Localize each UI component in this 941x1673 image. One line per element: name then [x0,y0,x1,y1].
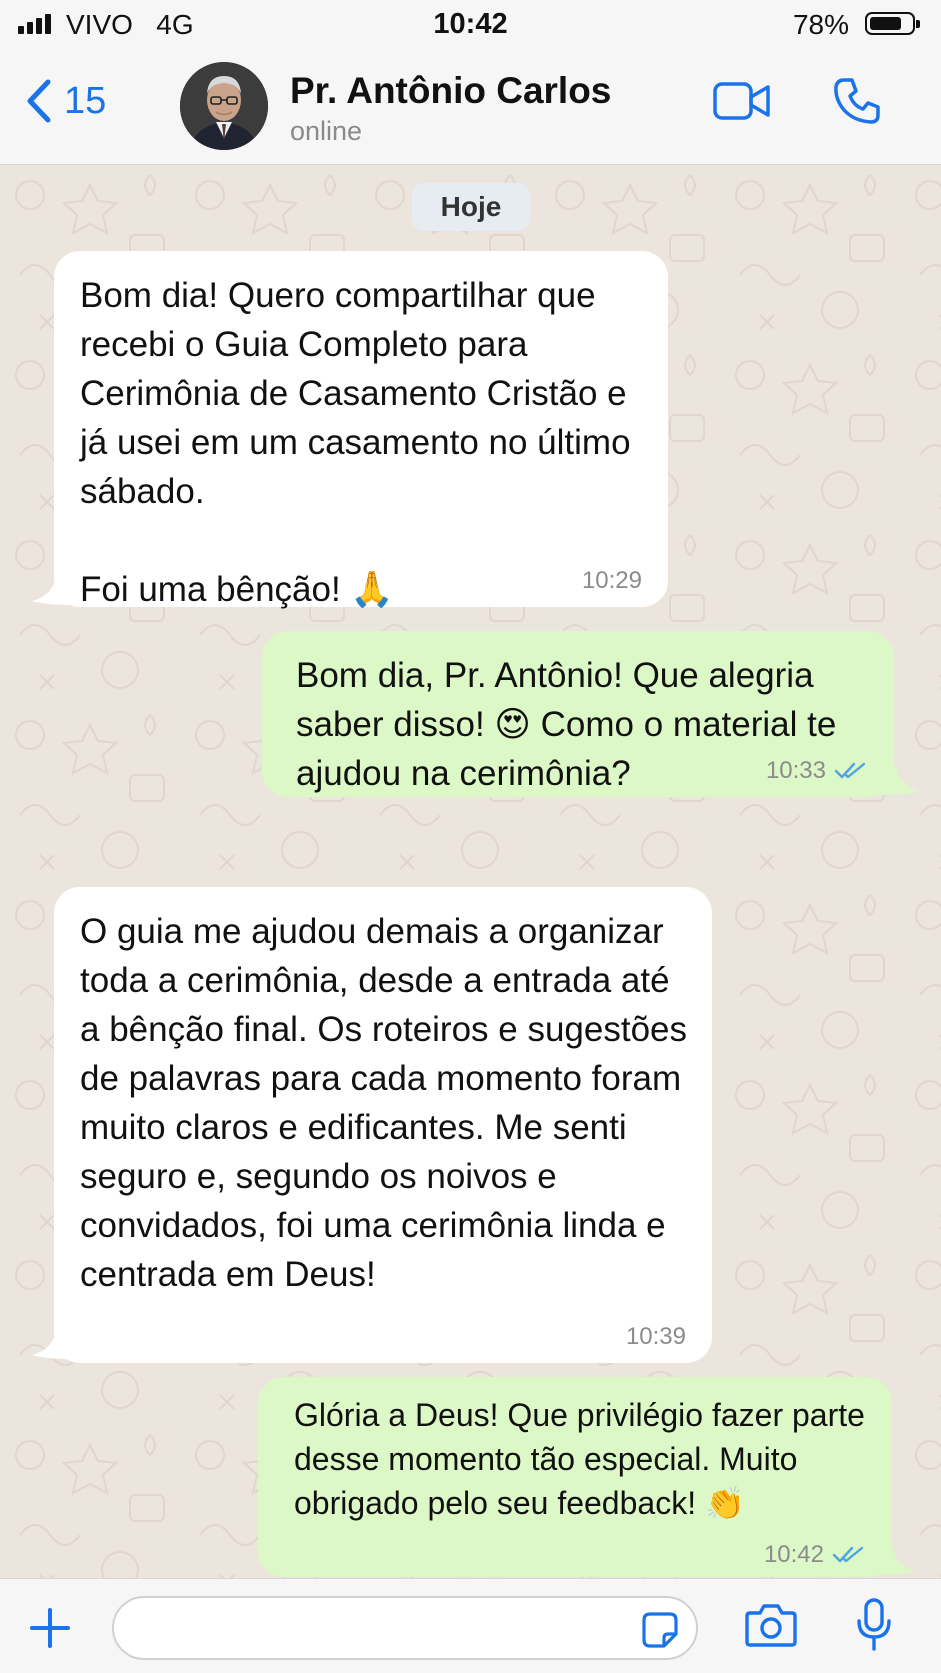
read-receipt-icon [832,1546,864,1563]
message-meta: 10:33 [766,759,868,783]
message-meta: 10:39 [626,1325,686,1349]
contact-name[interactable]: Pr. Antônio Carlos [290,70,611,112]
message-meta: 10:29 [582,569,642,593]
message-text: O guia me ajudou demais a organizar toda… [80,912,688,1294]
battery-percent: 78% [792,9,849,40]
message-time: 10:29 [581,567,642,594]
chevron-left-icon [27,79,51,123]
back-button[interactable]: 15 [24,78,106,124]
message-input[interactable] [112,1596,698,1660]
message-bubble-incoming[interactable]: O guia me ajudou demais a organizar toda… [54,887,712,1363]
chat-header: 15 Pr. Antônio Carlos online [0,50,941,165]
plus-icon[interactable] [28,1606,72,1650]
chat-area[interactable]: Hoje Bom dia! Quero compartilhar que rec… [0,165,941,1578]
message-meta: 10:42 [764,1543,866,1567]
date-chip: Hoje [412,183,530,231]
message-time: 10:39 [625,1323,686,1350]
message-text: Bom dia! Quero compartilhar que recebi o… [80,276,631,609]
status-bar: VIVO 4G 10:42 78% [0,0,941,50]
unread-count: 15 [64,79,107,122]
camera-icon[interactable] [744,1601,798,1649]
message-input-bar [0,1578,941,1673]
message-time: 10:33 [765,757,826,784]
video-call-icon[interactable] [712,80,772,122]
read-receipt-icon [834,762,866,779]
microphone-icon[interactable] [854,1597,894,1653]
message-bubble-outgoing[interactable]: Glória a Deus! Que privilégio fazer part… [258,1377,892,1577]
message-text: Glória a Deus! Que privilégio fazer part… [294,1397,865,1521]
sticker-icon[interactable] [640,1610,680,1650]
phone-call-icon[interactable] [832,76,882,126]
message-bubble-incoming[interactable]: Bom dia! Quero compartilhar que recebi o… [54,251,668,609]
battery-icon [865,12,920,35]
avatar[interactable] [180,62,268,150]
contact-status: online [290,116,363,146]
message-bubble-outgoing[interactable]: Bom dia, Pr. Antônio! Que alegria saber … [262,631,894,797]
message-time: 10:42 [763,1541,824,1568]
